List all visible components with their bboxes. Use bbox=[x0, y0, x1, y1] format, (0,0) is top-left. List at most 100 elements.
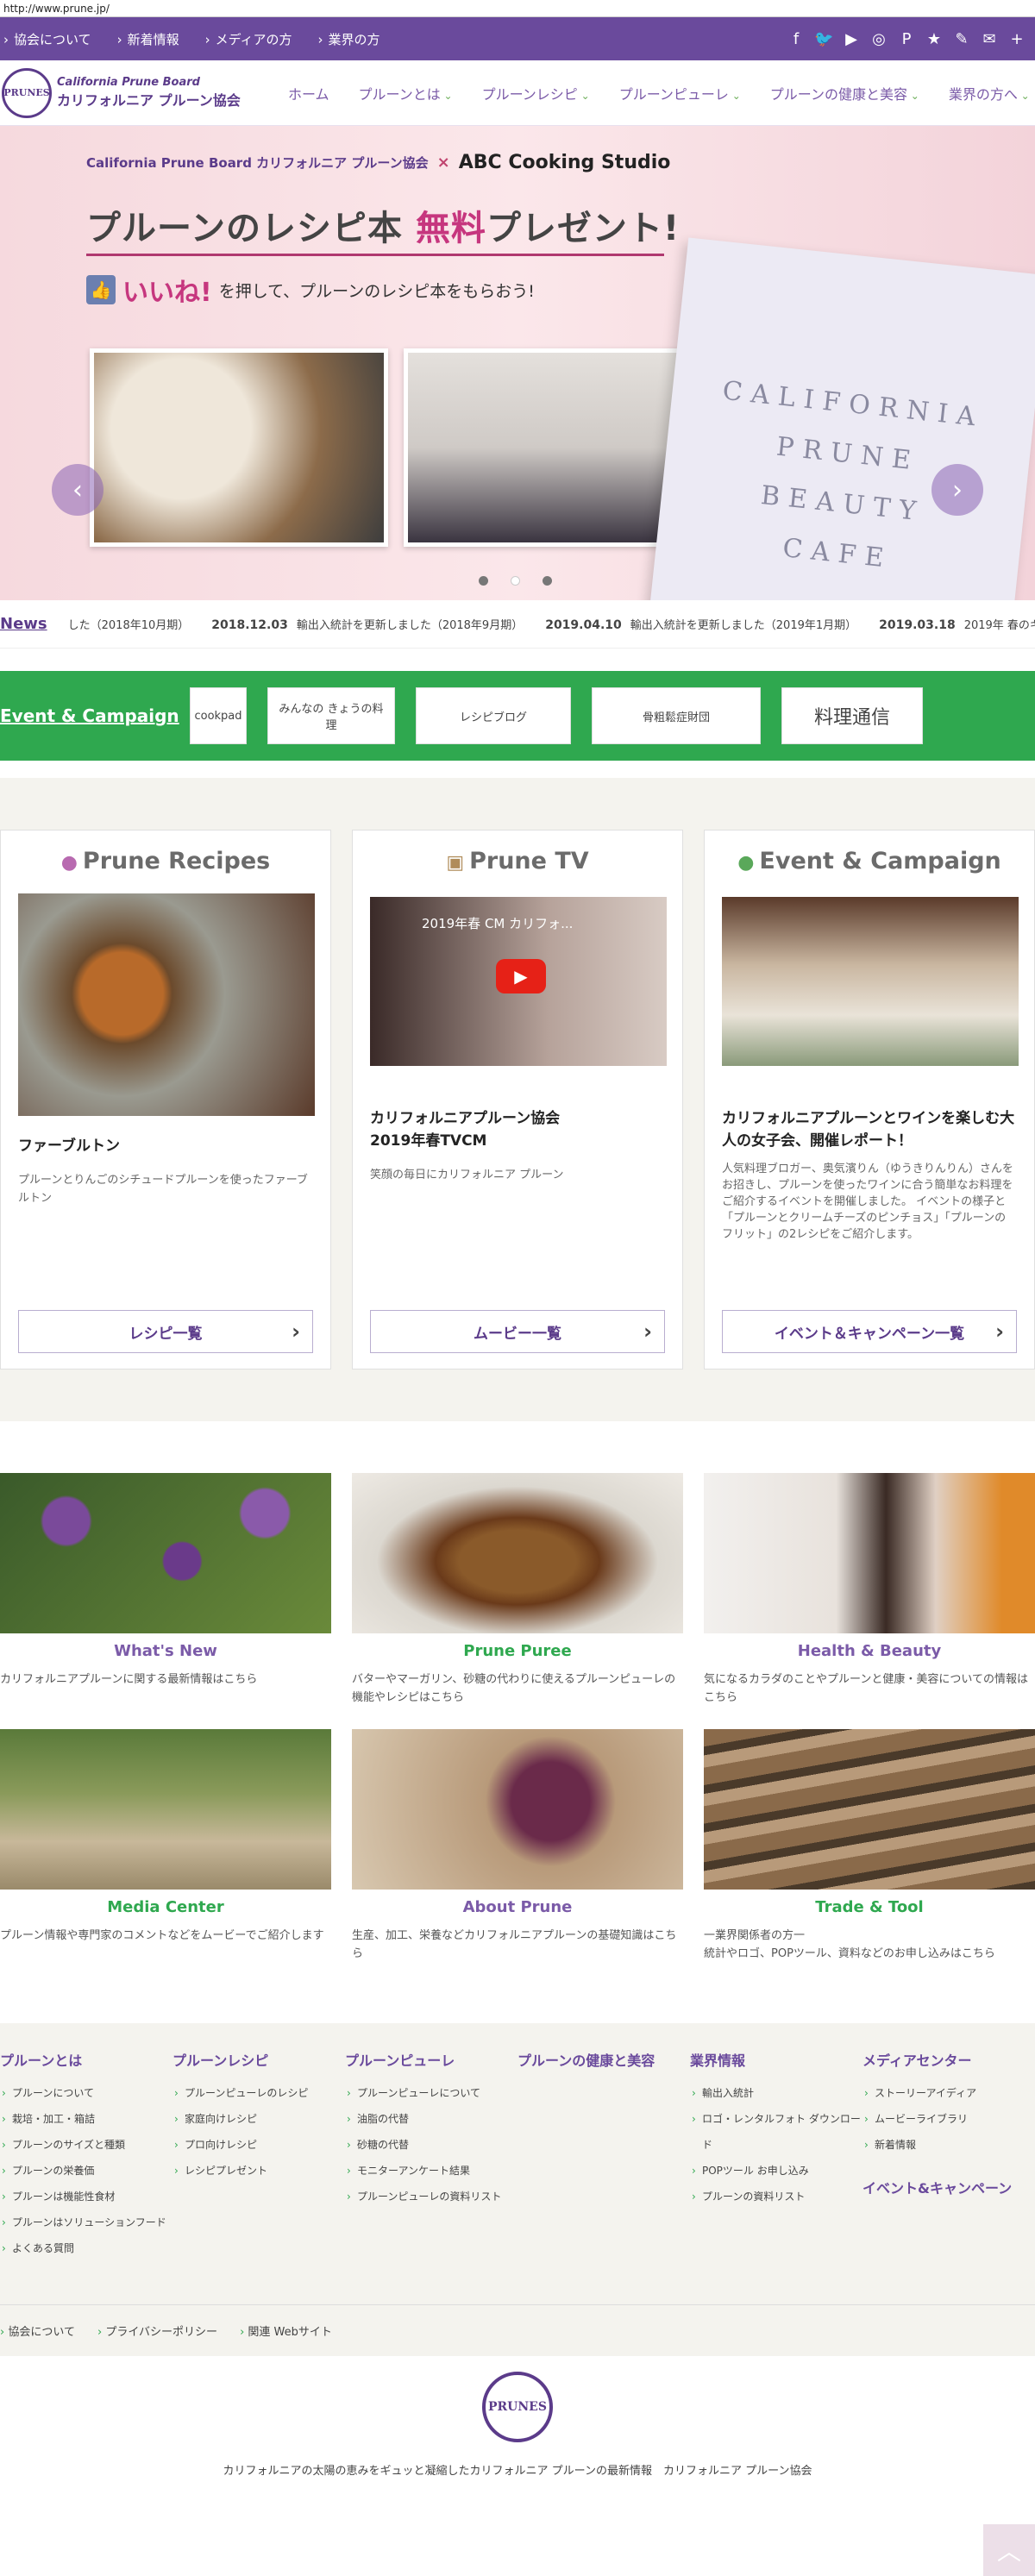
nav-prune-recipe[interactable]: プルーンレシピ bbox=[482, 83, 590, 103]
banner-kyounoryouri[interactable]: みんなの きょうの料理 bbox=[267, 687, 395, 744]
footer-col-title[interactable]: メディアセンター bbox=[862, 2049, 1035, 2070]
footer-bottom-about[interactable]: 協会について bbox=[0, 2322, 75, 2339]
footer-col-about: プルーンとは プルーンについて 栽培・加工・箱詰 プルーンのサイズと種類 プルー… bbox=[0, 2049, 172, 2261]
footer-link[interactable]: 輸出入統計 bbox=[690, 2080, 862, 2106]
tile-desc: 一業界関係者の方一 統計やロゴ、POPツール、資料などのお申し込みはこちら bbox=[704, 1929, 995, 1960]
footer-bottom-privacy[interactable]: プライバシーポリシー bbox=[97, 2322, 217, 2339]
panel-desc: プルーンとりんごのシチュードプルーンを使ったファーブルトン bbox=[18, 1174, 308, 1205]
carousel-dot-active[interactable] bbox=[511, 576, 520, 586]
footer-link[interactable]: ストーリーアイディア bbox=[862, 2080, 1035, 2106]
footer-columns: プルーンとは プルーンについて 栽培・加工・箱詰 プルーンのサイズと種類 プルー… bbox=[0, 2049, 1035, 2261]
banner-ryouri-tsushin[interactable]: 料理通信 bbox=[781, 687, 923, 744]
event-campaign-bar: Event & Campaign cookpad みんなの きょうの料理 レシピ… bbox=[0, 671, 1035, 761]
footer-col-title[interactable]: プルーンレシピ bbox=[172, 2049, 345, 2070]
news-label[interactable]: News bbox=[0, 615, 47, 633]
event-label[interactable]: Event & Campaign bbox=[0, 705, 190, 726]
footer-col-title[interactable]: 業界情報 bbox=[690, 2049, 862, 2070]
footer-link[interactable]: よくある質問 bbox=[0, 2235, 172, 2261]
site-logo[interactable]: PRUNES California Prune Board カリフォルニア プル… bbox=[0, 67, 259, 118]
top-link-industry[interactable]: 業界の方 bbox=[318, 30, 380, 48]
banner-recipe-blog[interactable]: レシピブログ bbox=[416, 687, 571, 744]
panel-title[interactable]: ファーブルトン bbox=[18, 1135, 313, 1157]
tile-about-prune[interactable]: About Prune 生産、加工、栄養などカリフォルニアプルーンの基礎知識はこ… bbox=[352, 1729, 683, 1963]
footer-link[interactable]: POPツール お申し込み bbox=[690, 2158, 862, 2184]
youtube-icon[interactable]: ▶ bbox=[842, 30, 861, 48]
news-item-date: 2019.04.10 bbox=[545, 618, 622, 632]
recipe-list-button[interactable]: レシピ一覧 bbox=[18, 1310, 313, 1353]
event-image[interactable] bbox=[722, 897, 1019, 1066]
nav-prune-puree[interactable]: プルーンピューレ bbox=[619, 83, 741, 103]
carousel-dot[interactable] bbox=[543, 576, 552, 586]
footer-link[interactable]: プルーンピューレについて bbox=[345, 2080, 518, 2106]
tile-desc: プルーン情報や専門家のコメントなどをムービーでご紹介します bbox=[0, 1929, 324, 1942]
footer-link[interactable]: ムービーライブラリ bbox=[862, 2106, 1035, 2132]
news-item[interactable]: 2019.03.18 2019年 春のキ bbox=[879, 616, 1035, 632]
footer-link[interactable]: プルーンについて bbox=[0, 2080, 172, 2106]
footer-link[interactable]: プルーンの資料リスト bbox=[690, 2184, 862, 2209]
banner-cookpad[interactable]: cookpad bbox=[190, 687, 247, 744]
footer-link[interactable]: モニターアンケート結果 bbox=[345, 2158, 518, 2184]
news-item[interactable]: 2019.04.10 輸出入統計を更新しました（2019年1月期） bbox=[545, 616, 856, 632]
footer-link[interactable]: プルーンは機能性食材 bbox=[0, 2184, 172, 2209]
top-link-news[interactable]: 新着情報 bbox=[117, 30, 179, 48]
tile-health-beauty[interactable]: Health & Beauty 気になるカラダのことやプルーンと健康・美容につい… bbox=[704, 1473, 1035, 1707]
nav-health-beauty[interactable]: プルーンの健康と美容 bbox=[770, 83, 919, 103]
footer-link[interactable]: プロ向けレシピ bbox=[172, 2132, 345, 2158]
footer-link[interactable]: 油脂の代替 bbox=[345, 2106, 518, 2132]
event-list-button[interactable]: イベント＆キャンペーン一覧 bbox=[722, 1310, 1017, 1353]
favorite-icon[interactable]: ★ bbox=[925, 30, 944, 48]
footer-bottom-related[interactable]: 関連 Webサイト bbox=[240, 2322, 331, 2339]
carousel-dot[interactable] bbox=[479, 576, 488, 586]
footer-logo[interactable]: PRUNES bbox=[482, 2372, 553, 2442]
pinterest-icon[interactable]: P bbox=[897, 30, 916, 48]
nav-about-prune[interactable]: プルーンとは bbox=[359, 83, 453, 103]
footer-col-title[interactable]: プルーンの健康と美容 bbox=[518, 2049, 690, 2070]
tile-desc: 気になるカラダのことやプルーンと健康・美容についての情報はこちら bbox=[704, 1673, 1028, 1704]
footer-link[interactable]: 砂糖の代替 bbox=[345, 2132, 518, 2158]
instagram-icon[interactable]: ◎ bbox=[869, 30, 888, 48]
mail-icon[interactable]: ✉ bbox=[980, 30, 999, 48]
footer-link[interactable]: ロゴ・レンタルフォト ダウンロード bbox=[690, 2106, 862, 2158]
play-icon[interactable]: ▶ bbox=[496, 959, 546, 993]
social-icons: f 🐦 ▶ ◎ P ★ ✎ ✉ + bbox=[787, 30, 1032, 48]
footer-col-title[interactable]: プルーンピューレ bbox=[345, 2049, 518, 2070]
news-item[interactable]: した（2018年10月期） bbox=[68, 616, 190, 632]
footer-link[interactable]: プルーンの栄養価 bbox=[0, 2158, 172, 2184]
carousel-next-button[interactable]: › bbox=[932, 464, 983, 516]
footer-event-link[interactable]: イベント&キャンペーン bbox=[862, 2177, 1035, 2197]
top-link-about[interactable]: 協会について bbox=[3, 30, 91, 48]
carousel-prev-button[interactable]: ‹ bbox=[52, 464, 104, 516]
hero-photo-dessert bbox=[404, 348, 702, 547]
hero-headline-pre: プルーンのレシピ本 bbox=[86, 209, 416, 248]
footer-link[interactable]: プルーンのサイズと種類 bbox=[0, 2132, 172, 2158]
footer-link[interactable]: プルーンピューレのレシピ bbox=[172, 2080, 345, 2106]
footer-link[interactable]: レシピプレゼント bbox=[172, 2158, 345, 2184]
footer-link[interactable]: 新着情報 bbox=[862, 2132, 1035, 2158]
tile-name: Prune Puree bbox=[463, 1642, 572, 1660]
tile-trade-tool[interactable]: Trade & Tool 一業界関係者の方一 統計やロゴ、POPツール、資料など… bbox=[704, 1729, 1035, 1963]
twitter-icon[interactable]: 🐦 bbox=[814, 30, 833, 48]
movie-list-button[interactable]: ムービー一覧 bbox=[370, 1310, 665, 1353]
banner-osteoporosis[interactable]: 骨粗鬆症財団 bbox=[592, 687, 761, 744]
hero-brand-left: California Prune Board カリフォルニア プルーン協会 bbox=[86, 155, 429, 171]
nav-industry[interactable]: 業界の方へ bbox=[949, 83, 1030, 103]
footer-link[interactable]: プルーンはソリューションフード bbox=[0, 2209, 172, 2235]
footer-link[interactable]: プルーンピューレの資料リスト bbox=[345, 2184, 518, 2209]
tile-prune-puree[interactable]: Prune Puree バターやマーガリン、砂糖の代わりに使えるプルーンピューレ… bbox=[352, 1473, 683, 1707]
panel-title[interactable]: カリフォルニアプルーン協会 2019年春TVCM bbox=[370, 1107, 665, 1152]
news-item[interactable]: 2018.12.03 輸出入統計を更新しました（2018年9月期） bbox=[211, 616, 523, 632]
footer-link[interactable]: 栽培・加工・箱詰 bbox=[0, 2106, 172, 2132]
tile-whats-new[interactable]: What's New カリフォルニアプルーンに関する最新情報はこちら bbox=[0, 1473, 331, 1707]
facebook-icon[interactable]: f bbox=[787, 30, 806, 48]
footer-link[interactable]: 家庭向けレシピ bbox=[172, 2106, 345, 2132]
footer-col-title[interactable]: プルーンとは bbox=[0, 2049, 172, 2070]
top-link-media[interactable]: メディアの方 bbox=[205, 30, 292, 48]
blog-icon[interactable]: ✎ bbox=[952, 30, 971, 48]
recipe-image[interactable] bbox=[18, 893, 315, 1116]
panel-title[interactable]: カリフォルニアプルーンとワインを楽しむ大人の女子会、開催レポート！ bbox=[722, 1107, 1017, 1152]
video-player[interactable]: 2019年春 CM カリフォ... ▶ bbox=[370, 897, 667, 1066]
back-to-top-button[interactable]: ︿ bbox=[983, 2524, 1035, 2576]
nav-home[interactable]: ホーム bbox=[288, 83, 329, 103]
tile-media-center[interactable]: Media Center プルーン情報や専門家のコメントなどをムービーでご紹介し… bbox=[0, 1729, 331, 1963]
plus-icon[interactable]: + bbox=[1007, 30, 1026, 48]
